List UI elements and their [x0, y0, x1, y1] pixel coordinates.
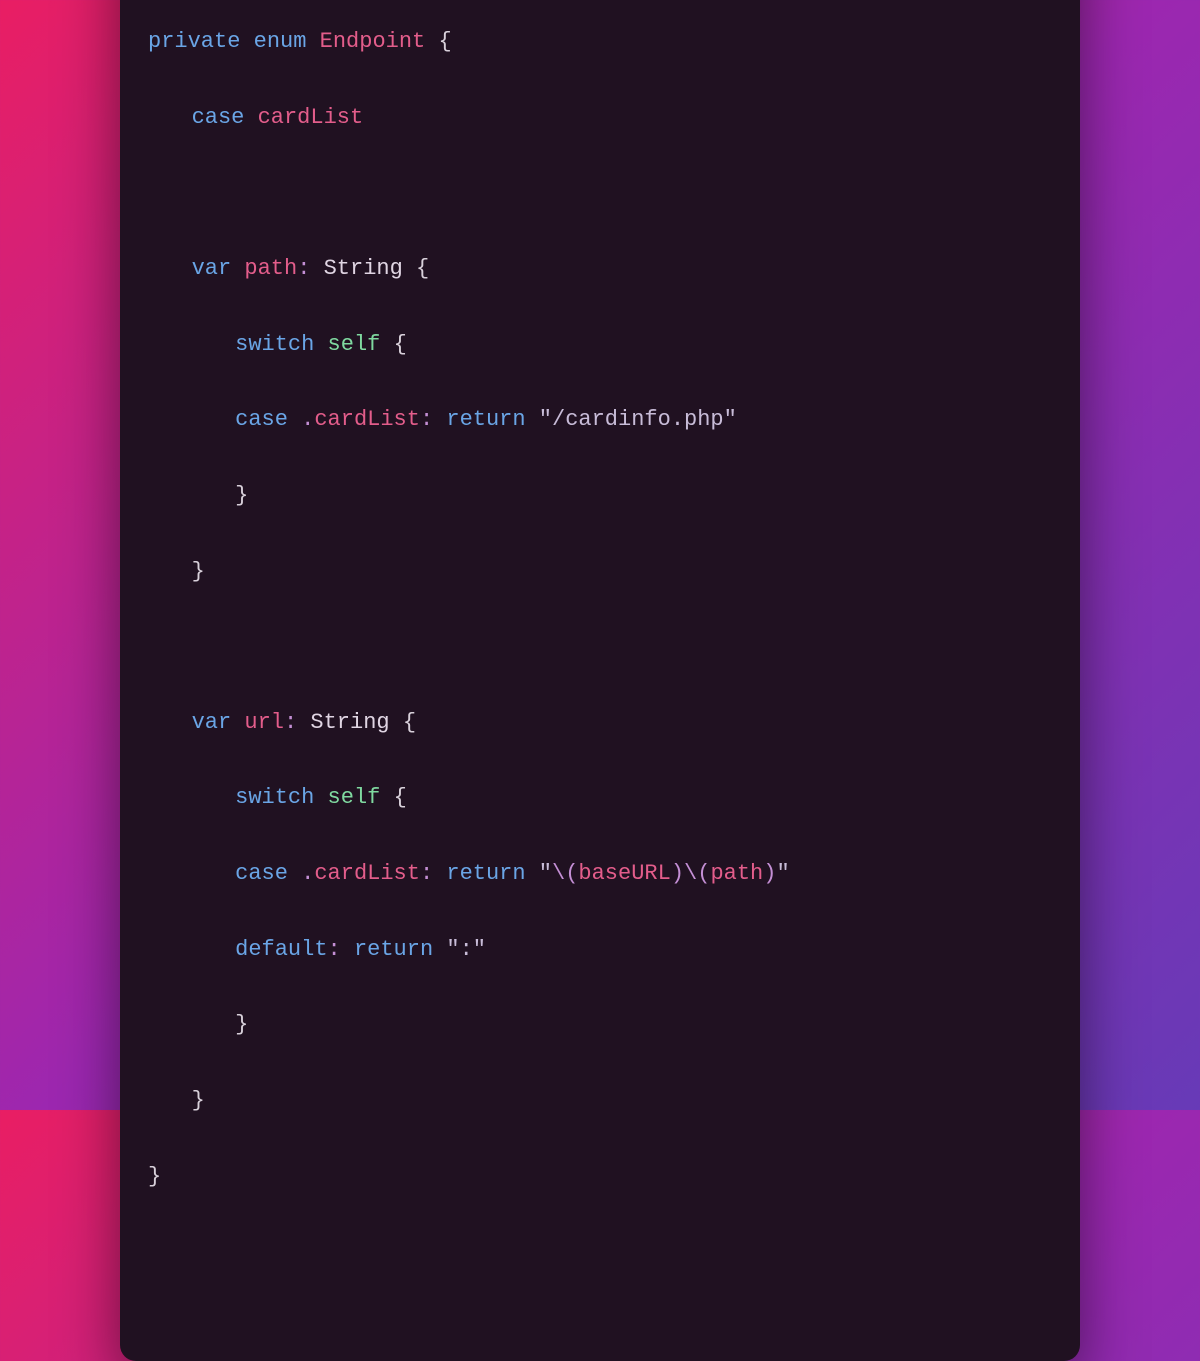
keyword: switch [235, 785, 314, 810]
enum-case: cardList [314, 407, 420, 432]
keyword: return [446, 861, 525, 886]
blank-line [148, 628, 1052, 666]
code-line: } [148, 1006, 1052, 1044]
code-line: var path: String { [148, 250, 1052, 288]
code-line: } [148, 477, 1052, 515]
string-literal: "\(baseURL)\(path)" [539, 861, 790, 886]
dot-operator: . [301, 861, 314, 886]
string-literal: "/cardinfo.php" [539, 407, 737, 432]
keyword: private [148, 29, 240, 54]
colon: : [328, 937, 341, 962]
code-line: case .cardList: return "\(baseURL)\(path… [148, 855, 1052, 893]
brace: { [416, 256, 429, 281]
brace: } [148, 1164, 161, 1189]
brace: { [394, 785, 407, 810]
enum-case: cardList [258, 105, 364, 130]
keyword: return [446, 407, 525, 432]
self-keyword: self [328, 332, 381, 357]
type: String [324, 256, 403, 281]
code-line: } [148, 1158, 1052, 1196]
string-literal: ":" [446, 937, 486, 962]
code-line: } [148, 553, 1052, 591]
keyword: var [192, 710, 232, 735]
brace: { [438, 29, 451, 54]
keyword: var [192, 256, 232, 281]
brace: } [192, 1088, 205, 1113]
keyword: case [235, 407, 288, 432]
brace: } [235, 1012, 248, 1037]
colon: : [284, 710, 297, 735]
brace: } [235, 483, 248, 508]
keyword: enum [254, 29, 307, 54]
brace: { [394, 332, 407, 357]
type-name: Endpoint [320, 29, 426, 54]
code-line: case cardList [148, 99, 1052, 137]
colon: : [297, 256, 310, 281]
self-keyword: self [328, 785, 381, 810]
code-window: static let baseURL = "https://db.ygoprod… [120, 0, 1080, 1361]
code-line: case .cardList: return "/cardinfo.php" [148, 401, 1052, 439]
brace: } [192, 559, 205, 584]
code-line: default: return ":" [148, 931, 1052, 969]
keyword: case [192, 105, 245, 130]
identifier: path [244, 256, 297, 281]
code-line: switch self { [148, 326, 1052, 364]
type: String [310, 710, 389, 735]
blank-line [148, 174, 1052, 212]
code-line: private enum Endpoint { [148, 23, 1052, 61]
dot-operator: . [301, 407, 314, 432]
colon: : [420, 407, 433, 432]
code-content: static let baseURL = "https://db.ygoprod… [120, 0, 1080, 1361]
keyword: case [235, 861, 288, 886]
colon: : [420, 861, 433, 886]
keyword: return [354, 937, 433, 962]
keyword: switch [235, 332, 314, 357]
code-line: var url: String { [148, 704, 1052, 742]
identifier: url [244, 710, 284, 735]
enum-case: cardList [314, 861, 420, 886]
brace: { [403, 710, 416, 735]
keyword: default [235, 937, 327, 962]
code-line: switch self { [148, 779, 1052, 817]
code-line: } [148, 1082, 1052, 1120]
